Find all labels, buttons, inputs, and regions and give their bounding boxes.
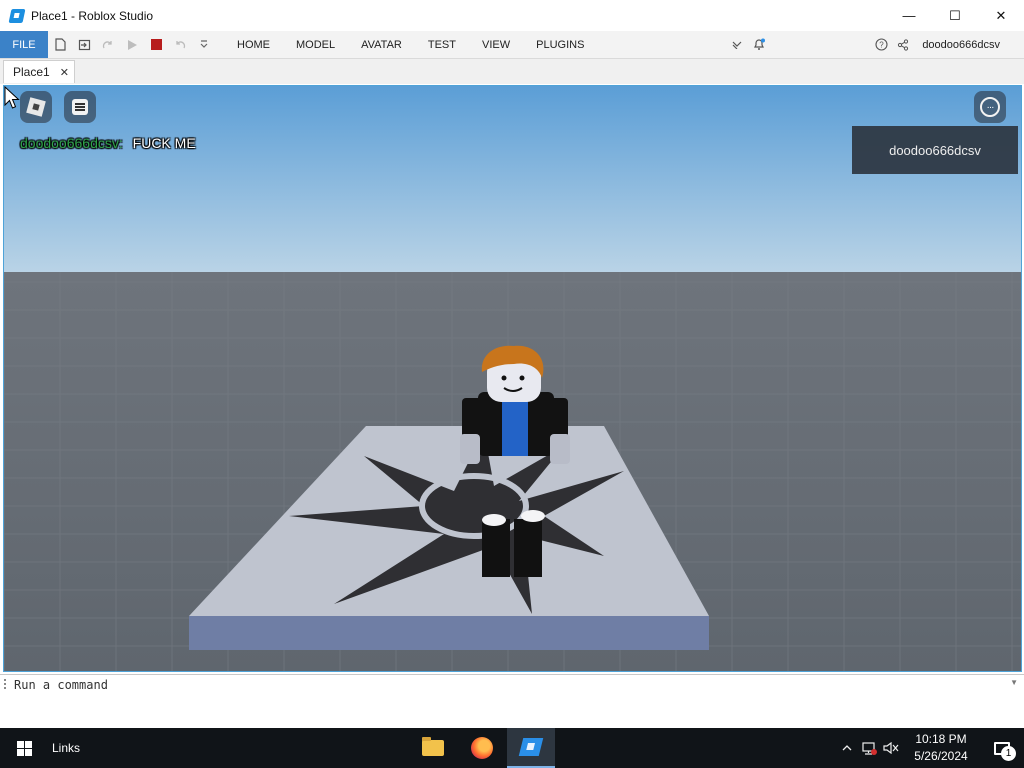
roblox-menu-button[interactable] <box>20 91 52 123</box>
taskbar-firefox[interactable] <box>458 728 506 768</box>
start-button[interactable] <box>0 728 48 768</box>
undo-icon[interactable] <box>168 31 192 58</box>
volume-muted-icon[interactable] <box>880 728 902 768</box>
mouse-cursor-icon <box>4 86 20 109</box>
svg-text:?: ? <box>879 41 884 50</box>
chat-toggle-button[interactable] <box>64 91 96 123</box>
clock-time: 10:18 PM <box>915 732 967 746</box>
chat-username[interactable]: doodoo666dcsv: <box>20 135 123 151</box>
roblox-logo-icon <box>26 97 46 117</box>
sky <box>4 86 1021 272</box>
firefox-icon <box>471 737 493 759</box>
command-history-dropdown-icon[interactable]: ▼ <box>1010 678 1018 687</box>
system-tray: 10:18 PM 5/26/2024 1 <box>836 728 1024 768</box>
taskbar-file-explorer[interactable] <box>409 728 457 768</box>
player-list-entry[interactable]: doodoo666dcsv <box>852 126 1018 174</box>
account-username[interactable]: doodoo666dcsv <box>922 39 1000 51</box>
tab-view[interactable]: VIEW <box>469 31 523 58</box>
spawn-pad-side <box>189 616 709 650</box>
taskbar: Links 10:18 PM 5/26/2024 1 <box>0 728 1024 768</box>
taskbar-clock[interactable]: 10:18 PM 5/26/2024 <box>902 731 980 765</box>
new-file-icon[interactable] <box>48 31 72 58</box>
tab-model[interactable]: MODEL <box>283 31 348 58</box>
redo-icon[interactable] <box>96 31 120 58</box>
window-title: Place1 - Roblox Studio <box>31 8 154 23</box>
notification-count-badge: 1 <box>1001 746 1016 761</box>
chat-icon <box>72 99 88 115</box>
more-options-icon: ··· <box>980 97 1000 117</box>
show-hidden-icons-icon[interactable] <box>836 728 858 768</box>
tab-plugins[interactable]: PLUGINS <box>523 31 597 58</box>
action-center-button[interactable]: 1 <box>980 728 1024 768</box>
more-options-button[interactable]: ··· <box>974 91 1006 123</box>
taskbar-roblox-studio[interactable] <box>507 728 555 768</box>
share-icon[interactable] <box>892 31 914 58</box>
minimize-button[interactable]: — <box>886 0 932 31</box>
tab-home[interactable]: HOME <box>224 31 283 58</box>
expand-ribbon-icon[interactable] <box>726 31 748 58</box>
clock-date: 5/26/2024 <box>914 749 968 763</box>
output-area <box>0 696 1024 728</box>
roblox-studio-logo-icon <box>8 8 26 23</box>
stop-icon[interactable] <box>144 31 168 58</box>
close-tab-icon[interactable]: ✕ <box>60 66 69 79</box>
command-input[interactable] <box>14 676 1004 694</box>
command-bar-grip-icon[interactable] <box>4 679 6 691</box>
game-viewport[interactable]: ··· doodoo666dcsv: FUCK ME doodoo666dcsv <box>3 85 1022 672</box>
ribbon-menu-bar: FILE HOME MODEL AVATAR TEST VIEW PLUGINS… <box>0 31 1024 59</box>
file-explorer-icon <box>422 737 444 756</box>
network-icon[interactable] <box>858 728 880 768</box>
tab-place1[interactable]: Place1 ✕ <box>3 60 75 83</box>
command-bar: ▼ <box>0 674 1024 697</box>
close-button[interactable]: ✕ <box>978 0 1024 31</box>
file-menu-button[interactable]: FILE <box>0 31 48 58</box>
chat-text: FUCK ME <box>132 135 196 151</box>
import-icon[interactable] <box>72 31 96 58</box>
links-toolbar[interactable]: Links <box>52 728 80 768</box>
roblox-studio-icon <box>518 738 544 756</box>
chat-message: doodoo666dcsv: FUCK ME <box>20 135 196 151</box>
ribbon-right-tools: ? doodoo666dcsv <box>726 31 1024 58</box>
maximize-button[interactable]: ☐ <box>932 0 978 31</box>
help-icon[interactable]: ? <box>870 31 892 58</box>
notifications-bell-icon[interactable] <box>748 31 770 58</box>
tab-test[interactable]: TEST <box>415 31 469 58</box>
player-list-name: doodoo666dcsv <box>889 142 981 158</box>
play-icon[interactable] <box>120 31 144 58</box>
tab-avatar[interactable]: AVATAR <box>348 31 415 58</box>
windows-logo-icon <box>16 740 32 756</box>
tab-label: Place1 <box>13 65 50 79</box>
document-tabs-bar: Place1 ✕ <box>0 59 1024 84</box>
customize-quick-access-icon[interactable] <box>192 31 216 58</box>
window-controls: — ☐ ✕ <box>886 0 1024 31</box>
title-bar: Place1 - Roblox Studio — ☐ ✕ <box>0 0 1024 31</box>
